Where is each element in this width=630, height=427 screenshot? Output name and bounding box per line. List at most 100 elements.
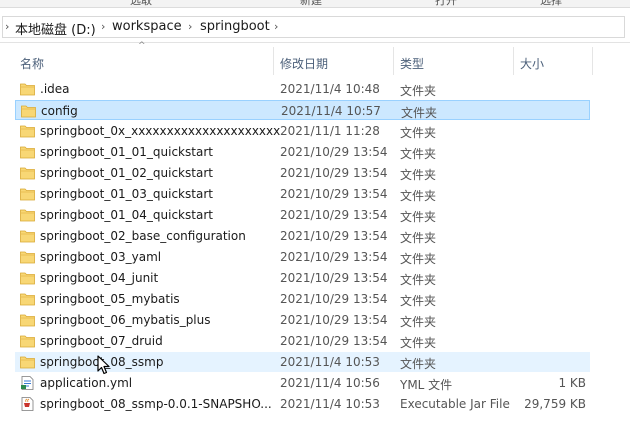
- folder-icon: [20, 355, 35, 369]
- file-type: 文件夹: [400, 315, 437, 329]
- file-name: springboot_04_junit: [40, 271, 159, 285]
- file-name: springboot_01_01_quickstart: [40, 145, 213, 159]
- column-divider[interactable]: [513, 47, 514, 75]
- file-type: 文件夹: [400, 252, 437, 266]
- file-type: 文件夹: [400, 126, 437, 140]
- file-name: springboot_01_04_quickstart: [40, 208, 213, 222]
- file-row[interactable]: springboot_04_junit 2021/10/29 13:54 文件夹: [15, 268, 590, 288]
- file-type: 文件夹: [401, 106, 438, 120]
- folder-icon: [20, 271, 35, 285]
- mouse-cursor-icon: [97, 355, 110, 375]
- file-type: 文件夹: [400, 84, 437, 98]
- file-row[interactable]: springboot_01_02_quickstart 2021/10/29 13…: [15, 163, 590, 183]
- chevron-right-icon[interactable]: ›: [274, 20, 278, 33]
- file-row[interactable]: springboot_05_mybatis 2021/10/29 13:54 文件夹: [15, 289, 590, 309]
- ribbon-item[interactable]: 新建: [300, 0, 322, 7]
- file-name: springboot_05_mybatis: [40, 292, 180, 306]
- file-name: springboot_03_yaml: [40, 250, 162, 264]
- file-type: 文件夹: [400, 336, 437, 350]
- breadcrumb-drive[interactable]: 本地磁盘 (D:): [15, 19, 96, 38]
- file-type: 文件夹: [400, 147, 437, 161]
- column-divider[interactable]: [592, 47, 593, 75]
- column-divider[interactable]: [273, 47, 274, 75]
- folder-icon: [20, 208, 35, 222]
- file-date: 2021/10/29 13:54: [280, 334, 388, 348]
- file-name: springboot_07_druid: [40, 334, 163, 348]
- file-row[interactable]: application.yml 2021/11/4 10:56 YML 文件 1 KB: [15, 373, 590, 393]
- file-name: application.yml: [40, 376, 133, 390]
- breadcrumb-springboot[interactable]: springboot: [200, 19, 270, 34]
- column-header-date[interactable]: 修改日期: [280, 55, 328, 72]
- file-row[interactable]: springboot_06_mybatis_plus 2021/10/29 13:…: [15, 310, 590, 330]
- ribbon-item[interactable]: 打开: [435, 0, 457, 7]
- sort-up-icon: ^: [138, 41, 146, 51]
- ribbon-item[interactable]: 选取: [130, 0, 152, 7]
- file-name: springboot_08_ssmp-0.0.1-SNAPSHO...: [40, 397, 272, 411]
- ribbon-strip: 选取 新建 打开 选择: [0, 0, 630, 8]
- file-date: 2021/11/1 11:28: [280, 124, 380, 138]
- breadcrumb-workspace[interactable]: workspace: [112, 19, 182, 34]
- column-header-size[interactable]: 大小: [520, 55, 544, 72]
- file-date: 2021/11/4 10:53: [280, 397, 380, 411]
- file-size: 29,759 KB: [524, 397, 586, 411]
- file-date: 2021/10/29 13:54: [280, 250, 388, 264]
- folder-icon: [20, 82, 35, 96]
- file-date: 2021/10/29 13:54: [280, 292, 388, 306]
- file-date: 2021/10/29 13:54: [280, 271, 388, 285]
- file-type: YML 文件: [400, 378, 453, 392]
- chevron-right-icon[interactable]: ›: [5, 20, 9, 33]
- file-name: springboot_02_base_configuration: [40, 229, 246, 243]
- file-row[interactable]: .idea 2021/11/4 10:48 文件夹: [15, 79, 590, 99]
- file-name: .idea: [40, 82, 70, 96]
- file-name: springboot_01_02_quickstart: [40, 166, 213, 180]
- file-name: springboot_01_03_quickstart: [40, 187, 213, 201]
- folder-icon: [21, 104, 36, 118]
- file-type: Executable Jar File: [400, 397, 510, 411]
- file-type: 文件夹: [400, 168, 437, 182]
- file-date: 2021/10/29 13:54: [280, 208, 388, 222]
- file-date: 2021/10/29 13:54: [280, 313, 388, 327]
- folder-icon: [20, 124, 35, 138]
- column-divider[interactable]: [393, 47, 394, 75]
- file-name: config: [41, 104, 78, 118]
- file-name: springboot_06_mybatis_plus: [40, 313, 211, 327]
- column-header-name[interactable]: 名称: [20, 55, 44, 72]
- file-row[interactable]: springboot_02_base_configuration 2021/10/…: [15, 226, 590, 246]
- file-row[interactable]: springboot_0x_xxxxxxxxxxxxxxxxxxxxx 2021/…: [15, 121, 590, 141]
- folder-icon: [20, 250, 35, 264]
- file-size: 1 KB: [558, 376, 586, 390]
- file-type: 文件夹: [400, 210, 437, 224]
- file-date: 2021/10/29 13:54: [280, 166, 388, 180]
- column-header-row: 名称 修改日期 类型 大小: [0, 43, 630, 77]
- file-type: 文件夹: [400, 294, 437, 308]
- file-row[interactable]: config 2021/11/4 10:57 文件夹: [15, 100, 590, 120]
- file-row[interactable]: springboot_01_01_quickstart 2021/10/29 13…: [15, 142, 590, 162]
- file-date: 2021/11/4 10:56: [280, 376, 380, 390]
- chevron-right-icon[interactable]: ›: [101, 20, 105, 33]
- file-type: 文件夹: [400, 189, 437, 203]
- chevron-right-icon[interactable]: ›: [188, 20, 192, 33]
- file-date: 2021/10/29 13:54: [280, 187, 388, 201]
- jar-file-icon: [20, 397, 35, 411]
- file-row[interactable]: springboot_08_ssmp-0.0.1-SNAPSHO... 2021/…: [15, 394, 590, 414]
- file-row[interactable]: springboot_01_04_quickstart 2021/10/29 13…: [15, 205, 590, 225]
- file-date: 2021/10/29 13:54: [280, 229, 388, 243]
- folder-icon: [20, 187, 35, 201]
- file-type: 文件夹: [400, 273, 437, 287]
- folder-icon: [20, 229, 35, 243]
- file-date: 2021/11/4 10:57: [281, 104, 381, 118]
- file-date: 2021/11/4 10:48: [280, 82, 380, 96]
- file-date: 2021/11/4 10:53: [280, 355, 380, 369]
- file-type: 文件夹: [400, 231, 437, 245]
- file-type: 文件夹: [400, 357, 437, 371]
- file-row[interactable]: springboot_07_druid 2021/10/29 13:54 文件夹: [15, 331, 590, 351]
- ribbon-item[interactable]: 选择: [540, 0, 562, 7]
- yml-file-icon: [20, 376, 35, 390]
- file-row[interactable]: springboot_01_03_quickstart 2021/10/29 13…: [15, 184, 590, 204]
- file-name: springboot_0x_xxxxxxxxxxxxxxxxxxxxx: [40, 124, 281, 138]
- folder-icon: [20, 292, 35, 306]
- file-date: 2021/10/29 13:54: [280, 145, 388, 159]
- address-bar: › 本地磁盘 (D:) › workspace › springboot ›: [0, 8, 630, 43]
- column-header-type[interactable]: 类型: [400, 55, 424, 72]
- file-row[interactable]: springboot_03_yaml 2021/10/29 13:54 文件夹: [15, 247, 590, 267]
